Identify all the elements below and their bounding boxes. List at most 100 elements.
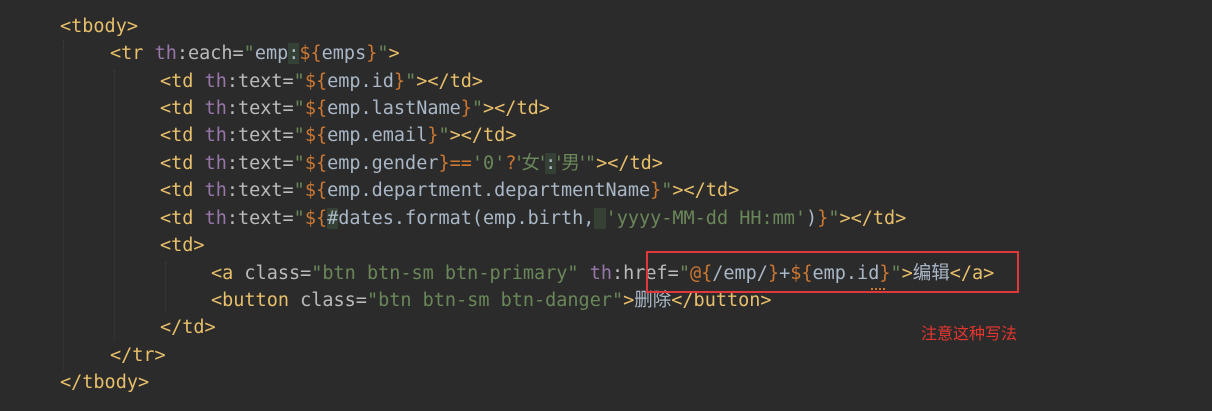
- token-paren: ): [806, 208, 818, 229]
- token-string: "btn btn-sm btn-danger": [366, 290, 624, 311]
- token-expr-close: }: [427, 125, 439, 146]
- token-tag: </tr>: [110, 345, 166, 366]
- code-line-5: <td th:text="${emp.email}"></td>: [160, 122, 516, 149]
- code-line-7: <td th:text="${emp.department.department…: [160, 177, 739, 204]
- token-expr-close: }: [650, 180, 662, 201]
- token-var: dates.format(emp.birth,: [338, 208, 595, 229]
- token-string: '男': [556, 153, 585, 174]
- token-quote: ": [293, 208, 305, 229]
- code-line-8: <td th:text="${#dates.format(emp.birth, …: [160, 205, 906, 232]
- code-editor[interactable]: <tbody> <tr th:each="emp:${emps}"> <td t…: [0, 0, 1212, 411]
- token-tag: </td>: [160, 317, 216, 338]
- indent-guide: [63, 40, 64, 370]
- token-attr: :text=: [226, 153, 294, 174]
- token-tag: </tbody>: [60, 372, 150, 393]
- code-line-6: <td th:text="${emp.gender}=='0'?'女':'男'"…: [160, 150, 663, 177]
- token-colon: :: [288, 43, 300, 64]
- token-quote: ": [377, 43, 389, 64]
- token-expr-open: ${: [304, 153, 328, 174]
- code-line-3: <td th:text="${emp.id}"></td>: [160, 68, 483, 95]
- token-th: th: [204, 180, 227, 201]
- token-th: th: [589, 263, 612, 284]
- token-quote: ": [293, 180, 305, 201]
- token-string: '女': [516, 153, 546, 174]
- token-quote: ": [293, 98, 305, 119]
- token-th: th: [204, 71, 227, 92]
- code-line-14: </tbody>: [60, 369, 149, 396]
- code-line-12: </td>: [160, 314, 216, 341]
- token-hash: #: [327, 208, 339, 229]
- code-line-1: <tbody>: [60, 13, 138, 40]
- token-tag: <tbody>: [60, 16, 138, 37]
- token-tag: ></td>: [839, 208, 907, 229]
- indent-guide: [114, 70, 115, 340]
- token-attr: :each=: [176, 43, 244, 64]
- token-tag: <td: [160, 180, 205, 201]
- token-attr: :text=: [226, 208, 294, 229]
- token-var: emp.id: [327, 71, 394, 92]
- token-tag: <td: [160, 98, 205, 119]
- token-var: emp.lastName: [327, 98, 461, 119]
- code-line-13: </tr>: [110, 342, 166, 369]
- token-operator: :: [545, 153, 557, 174]
- token-tag: >: [388, 43, 400, 64]
- token-tag: <td: [160, 71, 205, 92]
- token-tag: <tr: [110, 43, 155, 64]
- token-expr-close: }: [817, 208, 829, 229]
- token-tag: <a: [211, 263, 245, 284]
- token-th: th: [154, 43, 177, 64]
- token-text: 删除: [634, 290, 672, 311]
- token-quote: ": [828, 208, 840, 229]
- token-tag: <button: [211, 290, 301, 311]
- token-tag: <td: [160, 208, 205, 229]
- token-attr: class=: [300, 290, 367, 311]
- token-quote: ": [405, 71, 417, 92]
- token-th: th: [204, 98, 227, 119]
- code-line-2: <tr th:each="emp:${emps}">: [110, 40, 400, 67]
- highlight-box: [646, 251, 1019, 293]
- token-string: 'yyyy-MM-dd HH:mm': [605, 208, 807, 229]
- code-line-4: <td th:text="${emp.lastName}"></td>: [160, 95, 550, 122]
- token-quote: ": [471, 98, 484, 119]
- token-quote: ": [584, 153, 597, 174]
- token-quote: ": [293, 71, 305, 92]
- token-attr: :text=: [226, 98, 294, 119]
- token-tag: ></td>: [672, 180, 740, 201]
- token-tag: </button>: [671, 290, 772, 311]
- token-var: emp.email: [327, 125, 428, 146]
- token-tag: ></td>: [483, 98, 550, 119]
- token-th: th: [204, 125, 227, 146]
- token-expr-open: ${: [304, 98, 328, 119]
- token-th: th: [204, 208, 227, 229]
- token-var: emps: [321, 43, 367, 64]
- code-line-9: <td>: [160, 232, 205, 259]
- token-var: emp: [254, 43, 289, 64]
- token-tag: ></td>: [449, 125, 517, 146]
- annotation-note: 注意这种写法: [921, 324, 1018, 343]
- token-quote: ": [293, 125, 305, 146]
- token-tag: ></td>: [596, 153, 663, 174]
- token-attr: :text=: [226, 71, 294, 92]
- token-tag: ></td>: [416, 71, 484, 92]
- token-var: emp.department.departmentName: [327, 180, 651, 201]
- token-operator: ?: [505, 153, 517, 174]
- token-quote: ": [293, 153, 305, 174]
- token-var: emp.gender: [327, 153, 439, 174]
- token-tag: <td: [160, 153, 205, 174]
- token-expr-open: ${: [304, 208, 328, 229]
- token-tag: <td: [160, 125, 205, 146]
- token-expr-open: ${: [299, 43, 322, 64]
- token-expr-close: }: [366, 43, 378, 64]
- token-quote: ": [243, 43, 255, 64]
- token-space: [594, 208, 606, 229]
- token-quote: ": [661, 180, 673, 201]
- token-attr: class=: [244, 263, 312, 284]
- token-tag: <td>: [160, 235, 205, 256]
- token-operator: ==: [449, 153, 472, 174]
- token-string: '0': [471, 153, 506, 174]
- token-quote: ": [438, 125, 450, 146]
- token-string: "btn btn-sm btn-primary": [311, 263, 579, 284]
- token-attr: :text=: [226, 125, 294, 146]
- token-th: th: [204, 153, 227, 174]
